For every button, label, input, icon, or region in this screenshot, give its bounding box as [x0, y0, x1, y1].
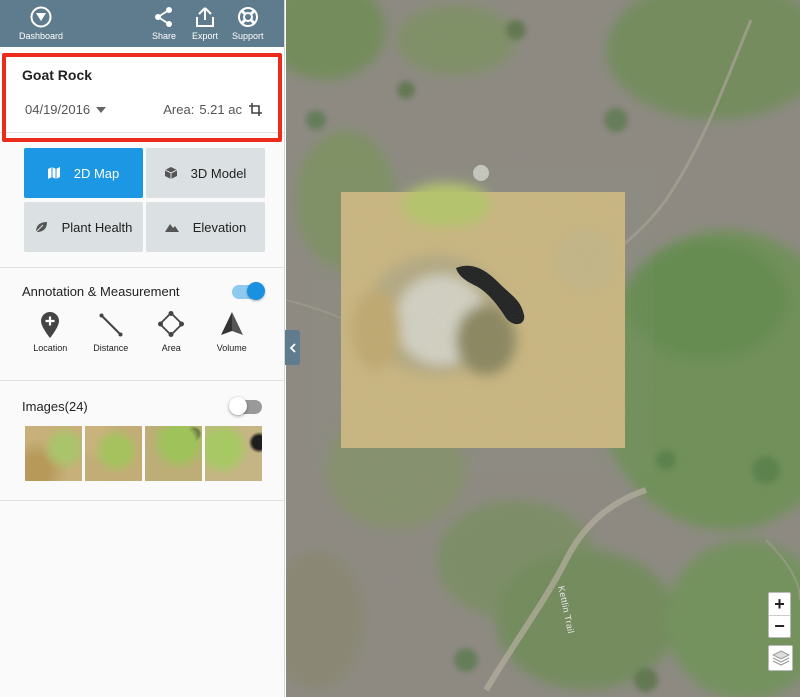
ruler-line-icon — [99, 313, 123, 337]
export-icon — [196, 7, 214, 27]
mode-plant-health-button[interactable]: Plant Health — [24, 202, 143, 252]
mode-label: 2D Map — [73, 165, 120, 181]
chevron-left-icon — [289, 342, 296, 353]
tool-distance-button[interactable]: Distance — [81, 311, 142, 353]
mountain-icon — [164, 224, 179, 232]
mode-label: Plant Health — [61, 219, 133, 235]
layers-button[interactable] — [768, 645, 793, 671]
image-thumbnail[interactable] — [205, 426, 262, 481]
mode-label: Elevation — [192, 219, 247, 235]
dashboard-label: Dashboard — [19, 31, 64, 41]
images-panel: Images(24) — [0, 381, 284, 501]
project-name: Goat Rock — [22, 67, 93, 83]
pyramid-icon — [220, 312, 243, 335]
image-thumbnail[interactable] — [25, 426, 82, 481]
satellite-basemap — [286, 0, 800, 697]
polygon-icon — [158, 311, 185, 337]
area-value: 5.21 ac — [199, 102, 242, 117]
support-button[interactable]: Support — [232, 6, 264, 41]
image-thumbnail-strip — [25, 426, 262, 481]
zoom-in-button[interactable]: + — [769, 593, 790, 615]
images-toggle[interactable] — [229, 396, 262, 415]
tool-label: Volume — [216, 343, 247, 353]
share-icon — [155, 7, 173, 27]
images-title: Images(24) — [22, 399, 88, 414]
image-thumbnail[interactable] — [145, 426, 202, 481]
tool-location-button[interactable]: Location — [20, 311, 81, 353]
tool-label: Area — [161, 343, 181, 353]
sidebar: Dashboard Share Export Support Goat Rock… — [0, 0, 285, 697]
dashboard-button[interactable]: Dashboard — [19, 6, 63, 41]
mode-elevation-button[interactable]: Elevation — [146, 202, 265, 252]
tool-label: Location — [33, 343, 68, 353]
crop-icon[interactable] — [249, 103, 262, 116]
tool-area-button[interactable]: Area — [141, 311, 202, 353]
mode-2d-map-button[interactable]: 2D Map — [24, 148, 143, 198]
tool-volume-button[interactable]: Volume — [202, 311, 263, 353]
share-label: Share — [152, 31, 177, 41]
caret-down-icon — [96, 107, 107, 113]
project-info-panel: Goat Rock 04/19/2016 Area: 5.21 ac — [0, 47, 284, 133]
export-label: Export — [192, 31, 219, 41]
cube-icon — [164, 167, 177, 179]
top-toolbar: Dashboard Share Export Support — [0, 0, 284, 47]
zoom-control: + − — [768, 592, 791, 638]
area-display: Area: 5.21 ac — [163, 102, 262, 117]
date-selector[interactable]: 04/19/2016 — [22, 102, 107, 117]
view-mode-grid: 2D Map 3D Model Plant Health Elevation — [0, 133, 284, 268]
layers-icon — [771, 650, 790, 666]
orthomosaic-overlay — [341, 183, 625, 448]
collapse-sidebar-button[interactable] — [285, 330, 300, 365]
tool-label: Distance — [93, 343, 129, 353]
support-label: Support — [232, 31, 264, 41]
export-button[interactable]: Export — [192, 6, 218, 41]
leaf-icon — [35, 222, 47, 233]
share-button[interactable]: Share — [152, 6, 176, 41]
annotation-panel: Annotation & Measurement Location Distan… — [0, 268, 284, 381]
map-view[interactable]: Kettlin Trail — [286, 0, 800, 697]
annotation-title: Annotation & Measurement — [22, 284, 180, 299]
mode-label: 3D Model — [190, 165, 247, 181]
location-pin-icon — [41, 312, 60, 338]
lifebuoy-icon — [237, 7, 258, 27]
date-value: 04/19/2016 — [25, 102, 91, 117]
area-label: Area: — [163, 102, 195, 117]
mode-3d-model-button[interactable]: 3D Model — [146, 148, 265, 198]
annotation-toggle[interactable] — [232, 281, 265, 300]
dashboard-icon — [30, 6, 52, 28]
map-icon — [47, 167, 60, 179]
zoom-out-button[interactable]: − — [769, 615, 790, 637]
image-thumbnail[interactable] — [85, 426, 142, 481]
